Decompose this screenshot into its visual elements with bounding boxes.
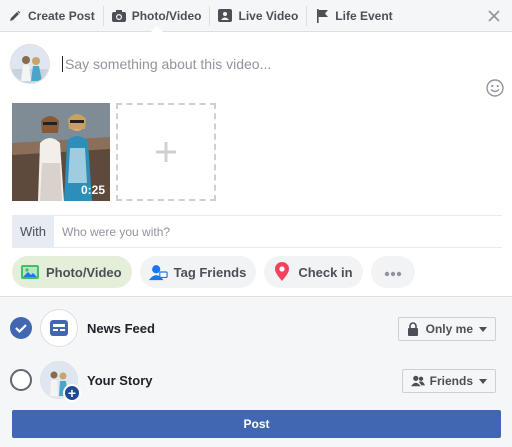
radio-button[interactable] xyxy=(10,369,32,391)
story-avatar: + xyxy=(40,361,81,402)
add-media-tile[interactable] xyxy=(116,103,216,201)
composer-tabs: Create Post Photo/Video Live Video Life … xyxy=(0,0,512,33)
lock-icon xyxy=(407,322,421,336)
tab-label: Create Post xyxy=(28,8,95,23)
action-label: Tag Friends xyxy=(173,264,247,280)
check-in-button[interactable]: Check in xyxy=(264,256,363,288)
with-row: With Who were you with? xyxy=(12,215,502,248)
destination-news-feed: News Feed xyxy=(10,309,155,347)
friends-icon xyxy=(410,374,425,388)
story-privacy-select[interactable]: Friends xyxy=(401,369,496,393)
with-input[interactable]: Who were you with? xyxy=(54,225,170,239)
post-button[interactable]: Post xyxy=(12,410,501,438)
check-icon[interactable] xyxy=(10,317,32,339)
destination-your-story: + Your Story xyxy=(10,361,153,402)
photo-icon xyxy=(20,262,40,282)
video-duration: 0:25 xyxy=(80,183,105,197)
tag-friends-button[interactable]: Tag Friends xyxy=(139,256,257,288)
location-pin-icon xyxy=(272,262,292,282)
photo-video-button[interactable]: Photo/Video xyxy=(12,256,132,288)
composer-actions: Photo/Video Tag Friends Check in xyxy=(12,256,423,288)
tab-live-video[interactable]: Live Video xyxy=(210,0,306,32)
close-icon[interactable] xyxy=(486,8,502,24)
plus-icon xyxy=(156,142,176,162)
destination-label: News Feed xyxy=(87,320,155,336)
chevron-down-icon xyxy=(479,326,487,332)
pencil-icon xyxy=(8,9,22,23)
tag-friends-icon xyxy=(148,262,168,282)
add-story-icon: + xyxy=(63,384,81,402)
chevron-down-icon xyxy=(479,378,487,384)
tab-label: Live Video xyxy=(238,8,299,23)
more-icon xyxy=(384,265,402,280)
emoji-icon[interactable] xyxy=(486,79,504,97)
news-feed-privacy-select[interactable]: Only me xyxy=(397,317,496,341)
privacy-label: Friends xyxy=(429,374,473,388)
more-options-button[interactable] xyxy=(370,256,415,288)
with-label: With xyxy=(12,216,54,247)
news-feed-icon xyxy=(40,309,78,347)
action-label: Photo/Video xyxy=(46,264,122,280)
tab-label: Photo/Video xyxy=(131,8,202,23)
tab-create-post[interactable]: Create Post xyxy=(0,0,103,32)
composer-input[interactable]: Say something about this video... xyxy=(62,56,271,72)
destination-label: Your Story xyxy=(87,372,153,388)
action-label: Check in xyxy=(298,264,353,280)
privacy-label: Only me xyxy=(425,322,473,336)
camera-icon xyxy=(111,9,126,23)
tab-photo-video[interactable]: Photo/Video xyxy=(104,0,210,33)
flag-icon xyxy=(315,8,329,23)
video-thumbnail[interactable]: 0:25 xyxy=(12,103,110,201)
user-avatar xyxy=(10,44,50,84)
live-video-icon xyxy=(218,9,233,23)
tab-life-event[interactable]: Life Event xyxy=(307,0,400,32)
tab-label: Life Event xyxy=(335,8,393,23)
